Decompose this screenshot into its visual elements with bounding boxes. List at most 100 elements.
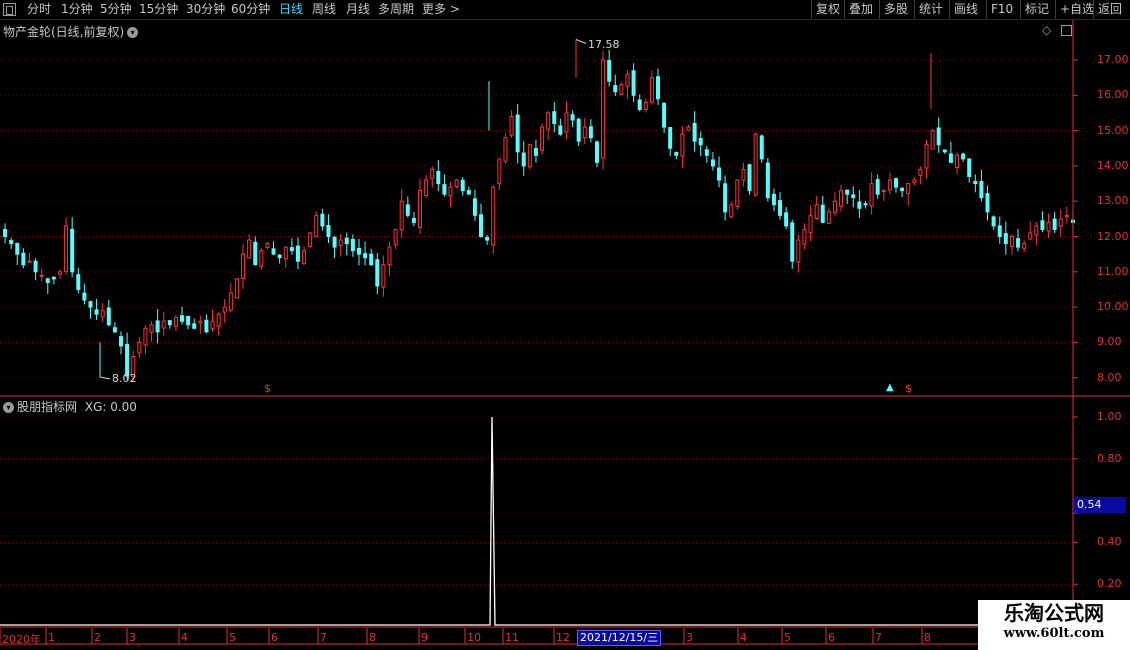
candle-body [228,292,233,311]
candle-body [540,126,545,151]
candle-body [967,158,972,177]
candle-body [1052,218,1057,230]
candle-body [747,164,752,192]
candle-body [808,214,813,233]
candle-body [680,133,685,157]
candle-body [192,323,197,329]
indicator-y-tick-label: 1.00 [1097,410,1122,423]
sell-marker-icon: $ [264,382,271,395]
grid-lines [0,59,1073,585]
chevron-down-icon[interactable]: ▾ [3,402,14,413]
candle-body [918,168,923,176]
indicator-name: 股朋指标网 [17,400,78,414]
candle-body [576,118,581,142]
candle-body [802,228,807,245]
candle-body [21,252,26,266]
candle-body [167,320,172,326]
candle-body [411,217,416,223]
x-tick-label: 3 [686,631,693,644]
watermark-url: www.60lt.com [1003,626,1105,641]
watermark-logo: 乐淘公式网 www.60lt.com [978,600,1130,650]
x-tick-label: 9 [421,631,428,644]
candle-body [247,239,252,259]
candle-body [94,309,99,315]
candle-body [735,179,740,208]
y-tick-label: 13.00 [1097,194,1129,208]
candle-body [430,168,435,179]
candle-body [625,73,630,87]
x-tick-label: 4 [181,631,188,644]
candle-body [271,248,276,255]
candle-body [564,112,569,133]
candle-body [857,201,862,209]
candle-body [710,159,715,167]
candle-body [88,301,93,308]
candle-body [497,158,502,184]
candle-body [503,137,508,162]
candle-body [33,260,38,273]
candles [3,39,1075,383]
low-price-label: 8.02 [112,372,137,385]
candle-body [51,276,56,280]
candle-body [631,70,636,96]
candle-body [832,200,837,213]
candle-body [387,246,392,266]
candle-body [326,224,331,238]
candle-body [930,130,935,150]
candle-body [875,179,880,195]
candle-body [283,246,288,260]
candle-body [1064,214,1069,217]
y-tick-label: 11.00 [1097,264,1129,278]
candle-body [869,183,874,207]
signal-line [0,416,978,626]
sell-marker-icon: $ [905,382,912,395]
candle-body [259,250,264,267]
candle-body [137,341,142,354]
x-tick-label: 2 [94,631,101,644]
candle-body [15,242,20,255]
candle-body [216,313,221,327]
candle-body [741,168,746,181]
candle-body [118,336,123,347]
candle-body [948,153,953,163]
y-tick-label: 12.00 [1097,229,1129,243]
candle-body [375,259,380,287]
high-price-label: 17.58 [588,38,620,51]
candle-body [491,186,496,246]
cursor-date-label: 2021/12/15/三 [577,630,662,646]
candle-body [845,189,850,195]
x-tick-label: 3 [129,631,136,644]
candle-body [338,239,343,246]
candle-body [70,228,75,273]
candle-body [717,167,722,181]
candle-body [796,239,801,263]
candle-body [973,180,978,185]
candle-body [790,222,795,262]
candle-body [662,102,667,128]
x-tick-label: 5 [229,631,236,644]
candle-body [198,320,203,324]
candle-body [643,101,648,111]
indicator-current-value: 0.54 [1074,497,1126,513]
candle-body [1003,233,1008,245]
candle-body [393,228,398,246]
candle-body [186,315,191,326]
candle-body [350,238,355,252]
candle-body [826,211,831,224]
candle-body [448,186,453,197]
candle-body [863,203,868,206]
candle-body [241,253,246,279]
candle-body [3,228,8,238]
candle-body [753,133,758,196]
candle-body [1009,236,1014,247]
kline-chart[interactable] [0,0,1130,650]
candle-body [210,320,215,330]
candle-body [839,190,844,207]
candle-body [771,193,776,206]
x-tick-label: 12 [556,631,570,644]
candle-body [942,149,947,153]
y-tick-label: 15.00 [1097,123,1129,137]
candle-body [76,274,81,290]
indicator-value: XG: 0.00 [84,400,137,414]
candle-body [521,152,526,167]
